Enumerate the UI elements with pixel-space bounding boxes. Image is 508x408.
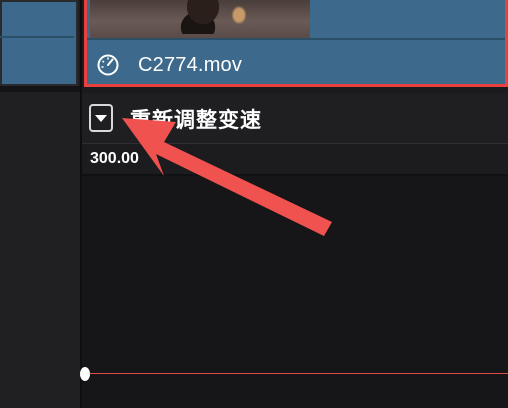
left-panel-strip: [0, 86, 80, 92]
speed-value[interactable]: 300.00: [90, 150, 139, 168]
triangle-down-icon: [95, 115, 107, 122]
clip-thumbnail: [90, 0, 310, 39]
effect-title: 重新调整变速: [130, 108, 262, 132]
clip-name: C2774.mov: [138, 54, 243, 76]
speedometer-icon: [97, 54, 119, 76]
thumbnail-highlight: [230, 4, 248, 26]
thumbnail-figure: [178, 0, 228, 34]
previous-clip[interactable]: [0, 0, 78, 86]
previous-clip-divider: [0, 36, 74, 38]
speed-value-row: [82, 144, 508, 174]
speed-curve-line[interactable]: [84, 373, 508, 374]
keyframe-handle[interactable]: [80, 367, 90, 381]
clip-divider: [87, 38, 505, 40]
collapse-toggle-button[interactable]: [89, 104, 113, 132]
